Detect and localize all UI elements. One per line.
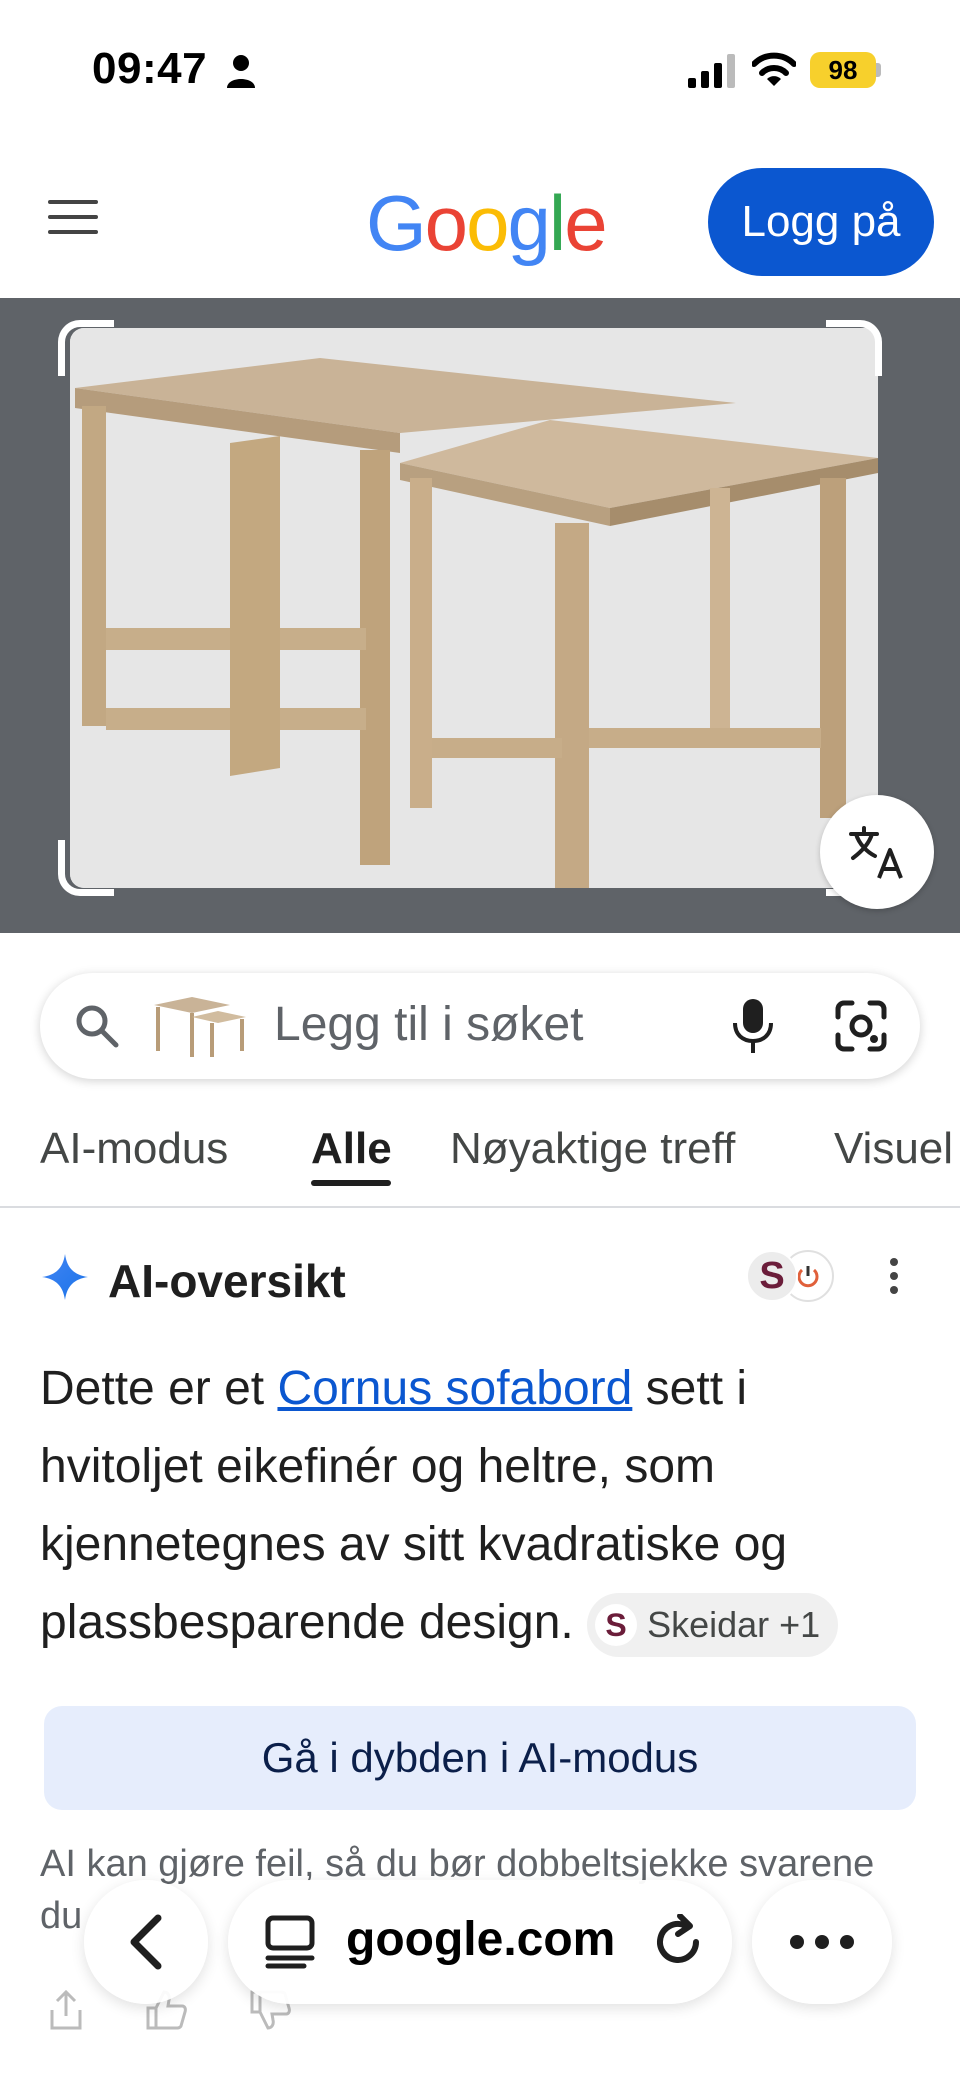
- google-lens-icon[interactable]: [834, 999, 888, 1053]
- more-options-icon[interactable]: [888, 1258, 900, 1298]
- crop-corner-top-right[interactable]: [826, 320, 882, 376]
- tab-noyaktige-treff[interactable]: Nøyaktige treff: [450, 1124, 735, 1174]
- logo-letter: g: [507, 179, 550, 267]
- tab-alle[interactable]: Alle: [311, 1124, 392, 1174]
- share-icon[interactable]: [44, 1988, 88, 2032]
- logo-letter: l: [548, 179, 566, 267]
- cornus-sofabord-link[interactable]: Cornus sofabord: [277, 1362, 632, 1415]
- translate-button[interactable]: [820, 795, 934, 909]
- ai-overview-text: Dette er et Cornus sofabord sett i hvito…: [40, 1350, 920, 1662]
- source-chip[interactable]: S Skeidar +1: [587, 1593, 839, 1658]
- skeidar-avatar: S: [746, 1250, 798, 1302]
- ellipsis-icon: [790, 1935, 854, 1949]
- back-button[interactable]: [84, 1880, 208, 2004]
- crop-corner-bottom-left[interactable]: [58, 840, 114, 896]
- battery-level: 98: [828, 54, 858, 85]
- microphone-icon[interactable]: [730, 997, 776, 1055]
- sparkle-icon: [42, 1254, 88, 1300]
- status-time: 09:47: [92, 44, 208, 93]
- tab-visuelle[interactable]: Visuel: [834, 1124, 953, 1174]
- logo-letter: e: [564, 179, 607, 267]
- signal-icon: [688, 54, 735, 88]
- status-bar: 09:47 98: [0, 0, 960, 140]
- hamburger-menu-icon[interactable]: [48, 200, 98, 238]
- header: Google Logg på: [0, 140, 960, 298]
- query-image-thumbnail[interactable]: [152, 993, 248, 1059]
- table-photo: [70, 328, 878, 888]
- address-bar[interactable]: google.com: [228, 1880, 732, 2004]
- active-tab-indicator: [311, 1180, 391, 1186]
- ai-text-before: Dette er et: [40, 1362, 278, 1415]
- search-icon: [76, 1005, 119, 1048]
- source-avatars[interactable]: S: [746, 1250, 836, 1306]
- page-menu-icon[interactable]: [264, 1914, 316, 1970]
- wifi-icon: [752, 52, 796, 86]
- more-menu-button[interactable]: [752, 1880, 892, 2004]
- battery-tip: [876, 63, 881, 77]
- source-chip-label: Skeidar +1: [647, 1604, 821, 1646]
- logo-letter: o: [466, 179, 509, 267]
- skeidar-chip-avatar: S: [595, 1604, 638, 1647]
- search-bar[interactable]: Legg til i søket: [40, 973, 920, 1079]
- crop-corner-top-left[interactable]: [58, 320, 114, 376]
- search-tabs: AI-modus Alle Nøyaktige treff Visuel: [0, 1108, 960, 1208]
- battery-indicator: 98: [810, 52, 876, 88]
- ai-overview-title: AI-oversikt: [108, 1255, 346, 1307]
- reload-icon[interactable]: [650, 1914, 706, 1970]
- url-text[interactable]: google.com: [346, 1912, 615, 1967]
- tab-ai-modus[interactable]: AI-modus: [40, 1124, 228, 1174]
- logo-letter: o: [424, 179, 468, 267]
- back-arrow-icon: [130, 1914, 162, 1970]
- image-region: [0, 298, 960, 933]
- ai-overview-header: AI-oversikt S: [40, 1250, 920, 1310]
- login-button[interactable]: Logg på: [708, 168, 934, 276]
- person-icon: [227, 55, 255, 88]
- search-input[interactable]: Legg til i søket: [274, 997, 583, 1052]
- logo-letter: G: [366, 179, 427, 267]
- google-logo[interactable]: Google: [366, 178, 608, 269]
- translate-icon: [849, 826, 903, 879]
- deep-dive-ai-mode-button[interactable]: Gå i dybden i AI-modus: [44, 1706, 916, 1810]
- nesting-tables-image: [70, 328, 878, 888]
